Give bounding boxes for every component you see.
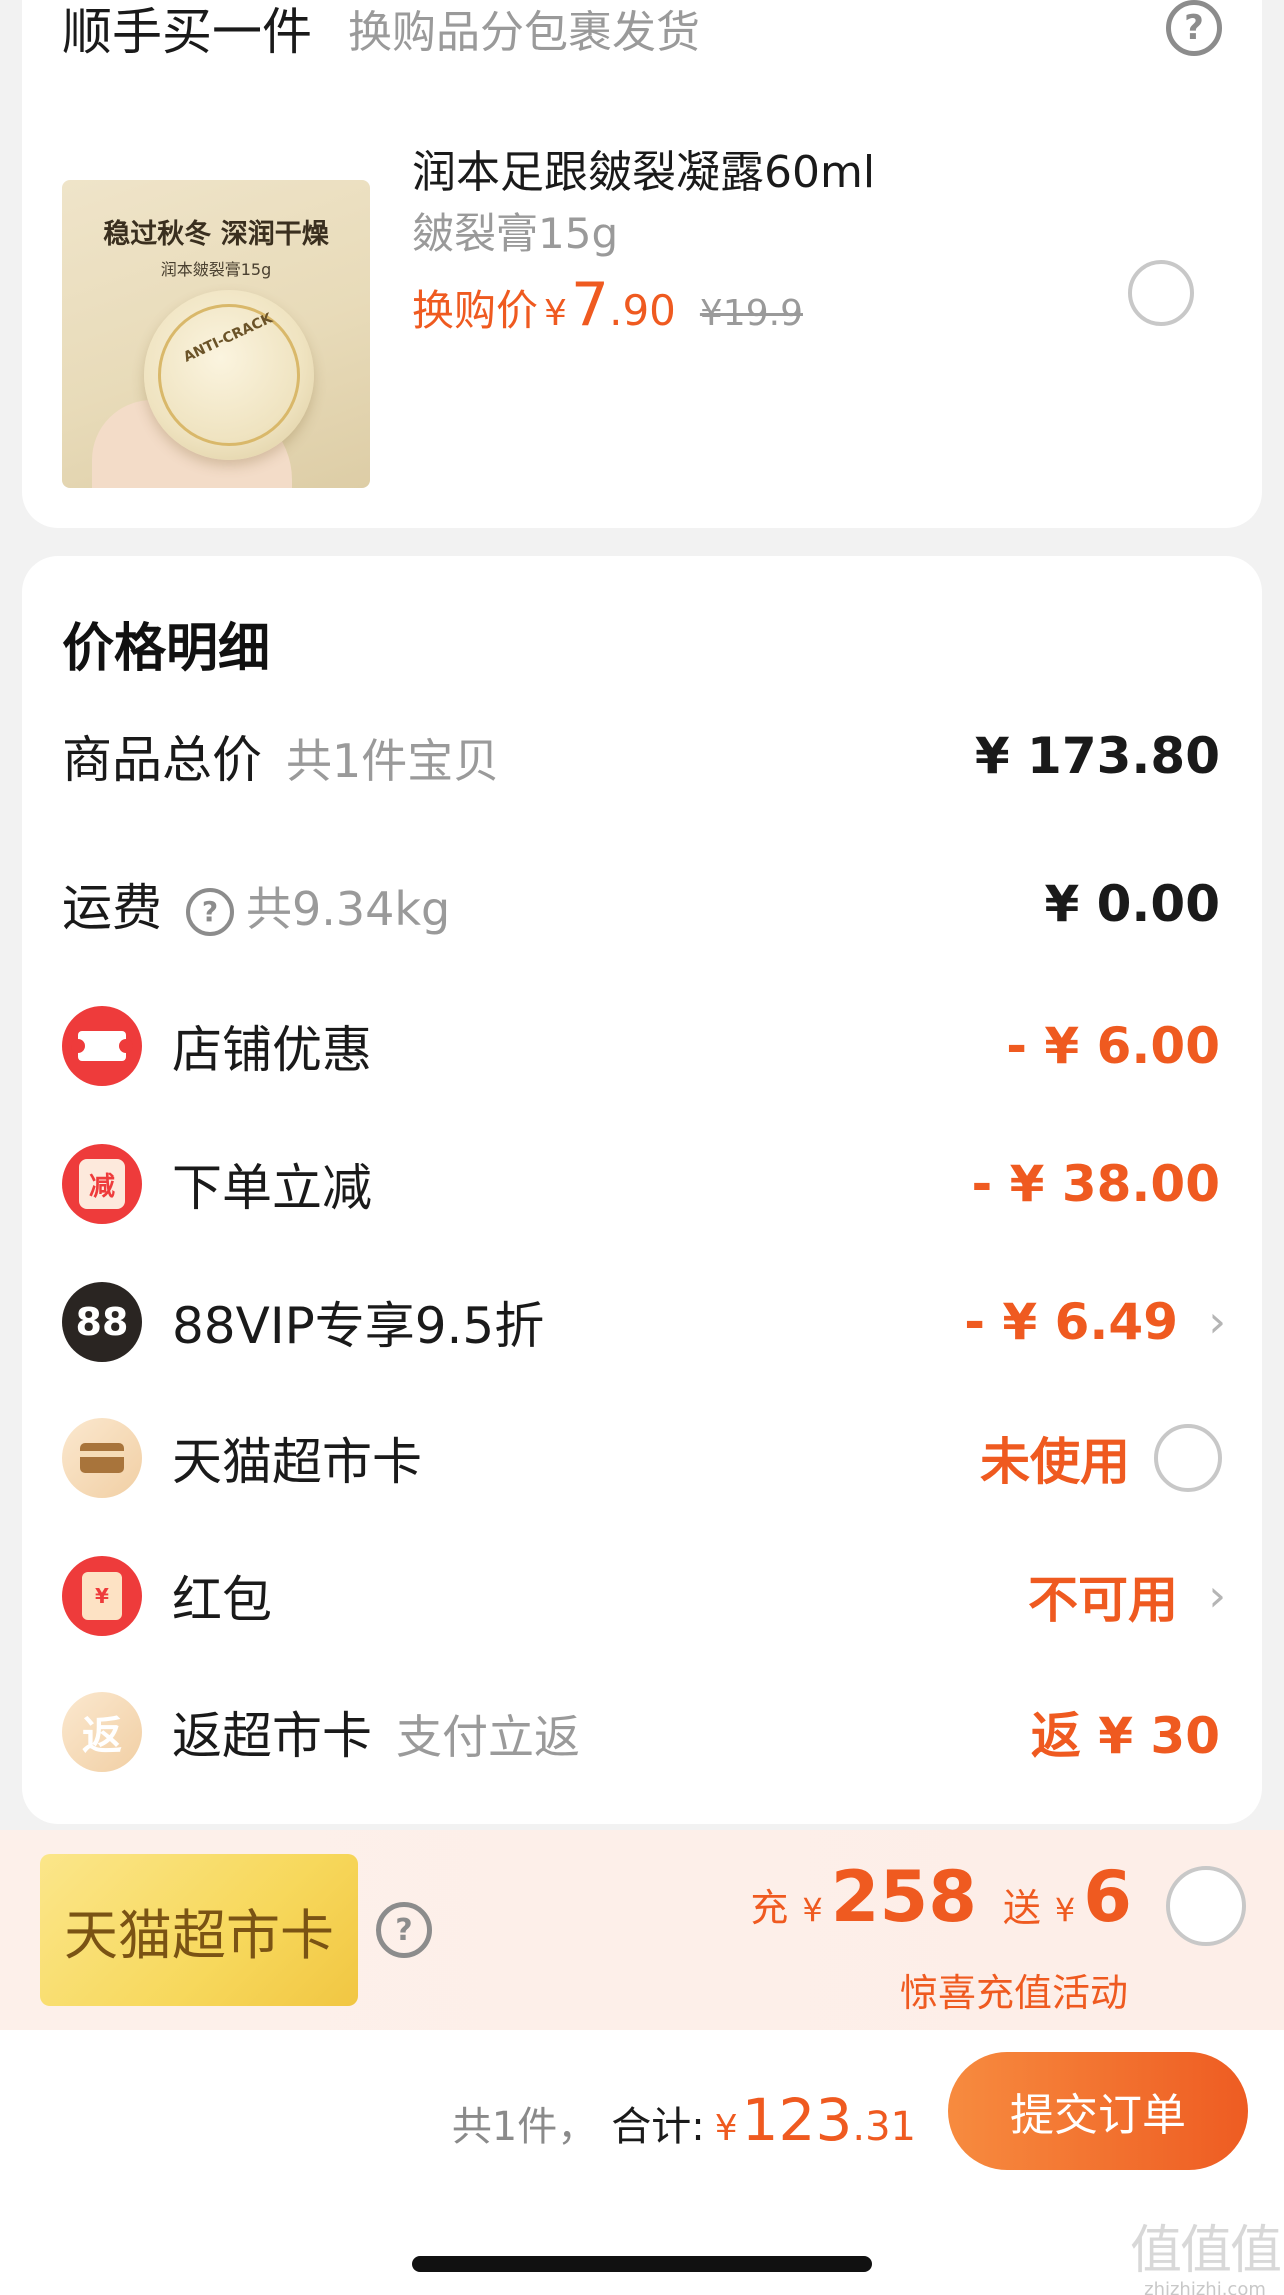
recharge-promo-bar: 天猫超市卡 ? 充 ¥ 258 送 ¥ 6 惊喜充值活动: [0, 1830, 1284, 2030]
order-discount-label: 下单立减: [172, 1159, 372, 1217]
goods-total-amount: ¥ 173.80: [974, 727, 1220, 785]
goods-total-label: 商品总价: [62, 731, 262, 789]
addon-subtitle: 换购品分包裹发货: [348, 7, 700, 58]
shipping-help-icon[interactable]: ?: [186, 887, 234, 936]
rebate-card-sub: 支付立返: [396, 1710, 580, 1764]
supermarket-card-label: 天猫超市卡: [172, 1433, 422, 1491]
rebate-fan-icon: 返: [62, 1692, 142, 1772]
addon-price-integer: 7: [570, 270, 610, 340]
red-envelope-glyph: ¥: [82, 1572, 122, 1620]
gift-label: 送: [1002, 1886, 1041, 1930]
total-label: 合计:: [611, 2104, 705, 2150]
question-circle-icon[interactable]: ?: [376, 1902, 432, 1958]
discount-jian-icon: 减: [62, 1144, 142, 1224]
vip-discount-label: 88VIP专享9.5折: [172, 1297, 545, 1355]
charge-label: 充: [750, 1886, 789, 1930]
total-currency: ¥: [714, 2108, 738, 2149]
watermark-logo: 值值值 zhizhizhi.com: [1130, 2208, 1282, 2295]
row-shop-discount: 店铺优惠 - ¥ 6.00: [22, 996, 1262, 1096]
supermarket-card-status: 未使用: [980, 1433, 1130, 1491]
jar-ring: [158, 304, 300, 446]
addon-product-image[interactable]: 稳过秋冬 深润干燥 润本皴裂膏15g ANTI-CRACK: [62, 180, 370, 488]
shop-discount-label: 店铺优惠: [172, 1021, 372, 1079]
row-red-envelope[interactable]: ¥ 红包 不可用 ›: [22, 1546, 1262, 1646]
vip-discount-amount: - ¥ 6.49: [964, 1293, 1178, 1351]
goods-total-count: 共1件宝贝: [286, 734, 500, 788]
vip-88-icon: 88: [62, 1282, 142, 1362]
rebate-card-amount: 返 ¥ 30: [1030, 1707, 1220, 1765]
row-vip-discount[interactable]: 88 88VIP专享9.5折 - ¥ 6.49 ›: [22, 1272, 1262, 1372]
price-detail-title: 价格明细: [62, 619, 271, 679]
row-goods-total: 商品总价 共1件宝贝 ¥ 173.80: [22, 706, 1262, 806]
tmall-supermarket-card-badge[interactable]: 天猫超市卡: [40, 1854, 358, 2006]
charge-amount: 258: [830, 1856, 977, 1938]
charge-currency: ¥: [802, 1891, 823, 1929]
supermarket-card-icon: [62, 1418, 142, 1498]
order-discount-amount: - ¥ 38.00: [971, 1155, 1220, 1213]
coupon-ticket-icon: [62, 1006, 142, 1086]
addon-price-currency: ¥: [544, 293, 567, 334]
question-circle-icon[interactable]: ?: [1166, 0, 1222, 56]
shipping-amount: ¥ 0.00: [1044, 875, 1220, 933]
addon-header: 顺手买一件 换购品分包裹发货: [62, 0, 700, 68]
shipping-label: 运费: [62, 879, 162, 937]
red-envelope-status: 不可用: [1028, 1571, 1178, 1629]
addon-card: 顺手买一件 换购品分包裹发货 ? 稳过秋冬 深润干燥 润本皴裂膏15g ANTI…: [22, 0, 1262, 528]
watermark-url: zhizhizhi.com: [1144, 2279, 1266, 2295]
chevron-right-icon[interactable]: ›: [1208, 1297, 1226, 1348]
home-indicator[interactable]: [412, 2256, 872, 2272]
addon-product-name[interactable]: 润本足跟皴裂凝露60ml: [412, 136, 875, 200]
total-decimal: .31: [852, 2104, 916, 2150]
addon-price-label: 换购价: [412, 286, 539, 335]
addon-product-price: 换购价 ¥ 7 .90 ¥19.9: [412, 270, 803, 340]
price-detail-card: 价格明细 商品总价 共1件宝贝 ¥ 173.80 运费? 共9.34kg ¥ 0.0…: [22, 556, 1262, 1824]
red-envelope-label: 红包: [172, 1571, 272, 1629]
total-integer: 123: [741, 2086, 853, 2154]
recharge-select-radio[interactable]: [1166, 1866, 1246, 1946]
shipping-weight: 共9.34kg: [246, 882, 451, 936]
row-shipping: 运费? 共9.34kg ¥ 0.00: [22, 854, 1262, 954]
supermarket-card-radio[interactable]: [1154, 1424, 1222, 1492]
shop-discount-amount: - ¥ 6.00: [1006, 1017, 1220, 1075]
addon-product-sku: 皴裂膏15g: [412, 209, 619, 258]
addon-original-price: ¥19.9: [699, 293, 803, 334]
activity-text: 惊喜充值活动: [899, 1971, 1128, 2015]
row-rebate-card: 返 返超市卡 支付立返 返 ¥ 30: [22, 1682, 1262, 1782]
chevron-right-icon[interactable]: ›: [1208, 1571, 1226, 1622]
recharge-offer: 充 ¥ 258 送 ¥ 6: [750, 1856, 1132, 1938]
addon-price-decimal: .90: [609, 286, 676, 335]
thumb-caption: 润本皴裂膏15g: [160, 260, 272, 279]
row-supermarket-card: 天猫超市卡 未使用: [22, 1408, 1262, 1508]
order-total: 共1件， 合计: ¥ 123 .31: [452, 2086, 916, 2154]
submit-order-button[interactable]: 提交订单: [948, 2052, 1248, 2170]
red-envelope-icon: ¥: [62, 1556, 142, 1636]
rebate-card-label: 返超市卡: [172, 1707, 372, 1765]
gift-amount: 6: [1083, 1856, 1132, 1938]
item-count: 共1件，: [451, 2104, 598, 2150]
gift-currency: ¥: [1054, 1891, 1076, 1929]
addon-title: 顺手买一件: [62, 3, 312, 61]
discount-jian-glyph: 减: [79, 1159, 125, 1209]
thumb-headline: 稳过秋冬 深润干燥: [103, 219, 329, 250]
watermark-glyphs: 值值值: [1130, 2221, 1282, 2281]
addon-select-radio[interactable]: [1128, 260, 1194, 326]
row-order-discount: 减 下单立减 - ¥ 38.00: [22, 1134, 1262, 1234]
